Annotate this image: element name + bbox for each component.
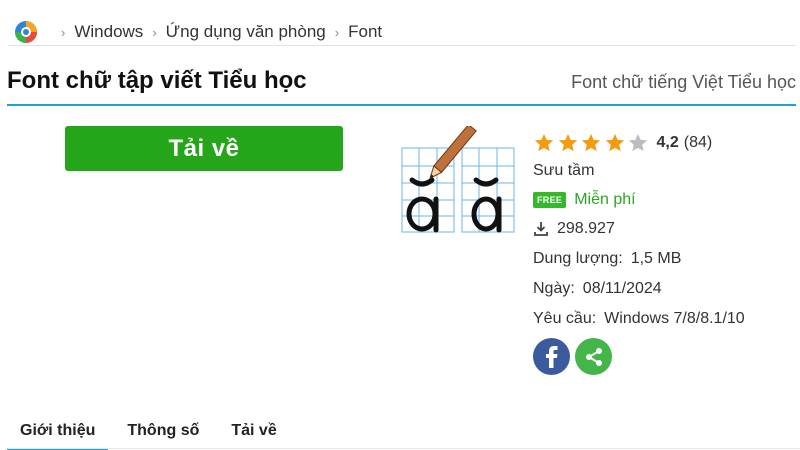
size-value: 1,5 MB [630, 250, 682, 267]
requirements-label: Yêu cầu: [533, 310, 597, 327]
license-text: Miễn phí [574, 191, 636, 208]
star-icon [558, 133, 577, 152]
breadcrumb-divider [8, 45, 796, 46]
handwriting-font-icon [400, 123, 518, 236]
source-row: Sưu tầm [533, 162, 594, 180]
star-icon [605, 133, 624, 152]
downloads-row: 298.927 [533, 220, 615, 238]
download-count-icon [534, 222, 548, 236]
star-empty-icon [628, 133, 648, 152]
license-row: FREE Miễn phí [533, 191, 636, 209]
page-subtitle: Font chữ tiếng Việt Tiểu học [571, 72, 796, 92]
page-title: Font chữ tập viết Tiểu học [7, 67, 307, 94]
requirements-value: Windows 7/8/8.1/10 [604, 310, 745, 327]
tab-specs[interactable]: Thông số [114, 422, 212, 440]
date-value: 08/11/2024 [582, 280, 662, 297]
star-icon [581, 133, 601, 152]
source-text: Sưu tầm [533, 162, 595, 179]
tab-download[interactable]: Tải về [218, 422, 289, 440]
facebook-share-button[interactable] [533, 338, 570, 375]
breadcrumb-item-windows[interactable]: Windows [74, 22, 143, 42]
breadcrumb: › Windows › Ứng dụng văn phòng › Font [14, 18, 382, 46]
tabs-divider [7, 448, 800, 449]
chevron-right-icon: › [334, 24, 340, 40]
facebook-icon [545, 345, 557, 368]
rating-count: (84) [683, 134, 713, 151]
download-button[interactable]: Tải về [65, 126, 343, 171]
site-logo-icon[interactable] [14, 20, 38, 44]
share-button[interactable] [575, 338, 612, 375]
breadcrumb-item-font[interactable]: Font [348, 22, 382, 42]
date-row: Ngày: 08/11/2024 [533, 280, 662, 298]
content-tabs: Giới thiệu Thông số Tải về [7, 422, 296, 450]
chevron-right-icon: › [152, 24, 157, 40]
breadcrumb-item-office-apps[interactable]: Ứng dụng văn phòng [166, 22, 326, 42]
chevron-right-icon: › [61, 24, 66, 40]
date-label: Ngày: [533, 280, 575, 297]
share-icon [585, 347, 602, 366]
title-divider [7, 104, 796, 106]
download-count: 298.927 [557, 220, 615, 237]
social-buttons [533, 338, 617, 375]
tab-intro[interactable]: Giới thiệu [7, 422, 109, 450]
rating[interactable]: 4,2 (84) [533, 132, 712, 154]
requirements-row: Yêu cầu: Windows 7/8/8.1/10 [533, 310, 745, 328]
size-label: Dung lượng: [533, 250, 623, 267]
star-icon [534, 133, 554, 152]
free-badge: FREE [533, 192, 567, 208]
size-row: Dung lượng: 1,5 MB [533, 250, 681, 268]
rating-value: 4,2 [656, 134, 679, 151]
